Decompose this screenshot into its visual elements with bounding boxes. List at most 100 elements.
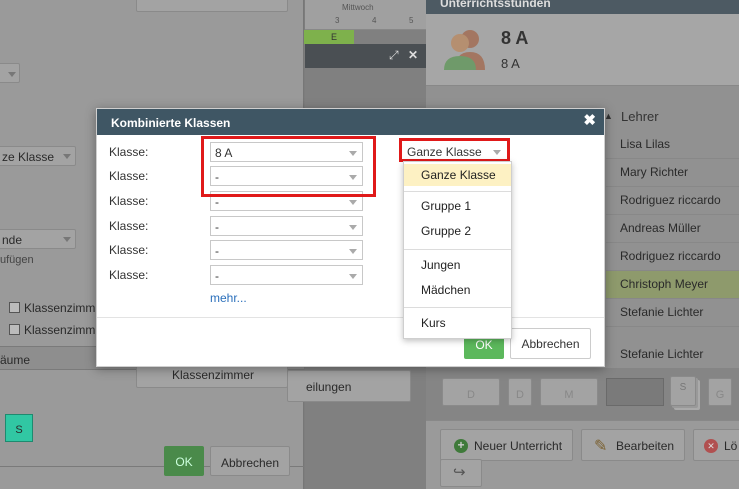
class-row-label: Klasse: [109, 243, 149, 257]
dropdown-option[interactable]: Kurs [404, 316, 511, 334]
teacher-row[interactable]: Mary Richter [606, 158, 739, 186]
close-icon[interactable]: ✖ [583, 113, 596, 128]
bg-select-1[interactable] [0, 63, 20, 83]
bg-select-2-value: ze Klasse [2, 150, 55, 164]
day-tile[interactable]: M [540, 378, 598, 406]
class-row-label: Klasse: [109, 194, 149, 208]
ok-label: OK [475, 338, 493, 352]
highlight-box-group [399, 138, 510, 162]
sort-arrow-icon[interactable]: ▲ [604, 111, 613, 121]
day-tile-label: D [467, 389, 475, 401]
dropdown-divider [404, 307, 511, 308]
highlight-box-classes [201, 136, 376, 197]
teacher-name: Stefanie Lichter [620, 347, 704, 361]
cancel-label: Abbrechen [521, 337, 580, 351]
dropdown-option[interactable]: Gruppe 1 [404, 199, 511, 217]
top-button-bg [136, 0, 288, 12]
bg-divisions-button[interactable]: eilungen [287, 370, 411, 402]
delete-circle-icon: ✕ [704, 439, 718, 453]
teacher-row-selected[interactable]: Christoph Meyer [606, 270, 739, 298]
teacher-name: Mary Richter [620, 165, 689, 179]
day-tile-label: G [715, 389, 725, 401]
dropdown-option-selected[interactable]: Ganze Klasse [404, 164, 511, 186]
timetable-header: Mittwoch 3 4 5 [305, 0, 426, 30]
dropdown-divider [404, 249, 511, 250]
teacher-row[interactable]: Rodriguez riccardo [606, 242, 739, 270]
teacher-name: Christoph Meyer [620, 277, 709, 291]
dropdown-option-label: Kurs [421, 316, 446, 330]
class-select-value: - [215, 269, 219, 283]
pencil-icon: ✎ [594, 438, 608, 455]
bg-cancel-button[interactable]: Abbrechen [210, 446, 290, 476]
period-5: 5 [409, 16, 414, 25]
teacher-row[interactable]: Andreas Müller [606, 214, 739, 242]
dropdown-option[interactable]: Gruppe 2 [404, 224, 511, 242]
teacher-name: Rodriguez riccardo [620, 249, 721, 263]
class-select-4[interactable]: - [210, 216, 363, 236]
group-avatar-icon [444, 26, 486, 70]
teacher-name: Andreas Müller [620, 221, 701, 235]
teacher-column-header[interactable]: Lehrer [621, 109, 659, 124]
day-tile-label: M [564, 389, 574, 401]
timetable-cell-letter: E [331, 32, 338, 42]
bg-hint-text: ufügen [0, 254, 34, 266]
plus-circle-icon: + [454, 439, 468, 453]
right-panel-header: Unterrichtsstunden [426, 0, 739, 14]
day-tile[interactable]: D [442, 378, 500, 406]
class-row-label: Klasse: [109, 169, 149, 183]
teacher-name: Stefanie Lichter [620, 305, 704, 319]
chevron-down-icon [349, 225, 357, 230]
redirect-button[interactable]: ↪ [440, 459, 482, 487]
dropdown-option-label: Gruppe 1 [421, 199, 472, 213]
day-tiles-bar: D D M S G [426, 368, 739, 420]
day-tile-stacked[interactable]: S [670, 376, 696, 406]
bg-select-3[interactable]: nde [0, 229, 76, 249]
bg-s-button-label: S [15, 424, 23, 436]
dialog-title: Kombinierte Klassen [111, 116, 231, 130]
day-tile[interactable] [606, 378, 664, 406]
bg-s-button[interactable]: S [5, 414, 33, 442]
teacher-row[interactable]: Rodriguez riccardo [606, 186, 739, 214]
delete-button[interactable]: ✕ Lö [693, 429, 739, 461]
bg-ok-button[interactable]: OK [164, 446, 204, 476]
teacher-row[interactable]: Stefanie Lichter [606, 326, 739, 368]
period-3: 3 [335, 16, 340, 25]
teacher-row[interactable]: Lisa Lilas [606, 130, 739, 158]
class-subtitle: 8 A [501, 56, 520, 71]
day-tile-label: D [516, 389, 524, 401]
dropdown-option[interactable]: Mädchen [404, 283, 511, 301]
class-row-label: Klasse: [109, 219, 149, 233]
chevron-down-icon [349, 249, 357, 254]
class-select-value: - [215, 244, 219, 258]
dropdown-option-label: Ganze Klasse [421, 168, 496, 182]
bg-divisions-label: eilungen [306, 380, 352, 394]
bg-checkbox-2[interactable] [9, 324, 20, 335]
class-card: 8 A 8 A [426, 14, 739, 86]
expand-icon[interactable]: ⤢ [389, 48, 399, 63]
bg-select-2[interactable]: ze Klasse [0, 146, 76, 166]
day-tile[interactable]: D [508, 378, 532, 406]
edit-button[interactable]: ✎ Bearbeiten [581, 429, 685, 461]
class-select-value: - [215, 195, 219, 209]
timetable-cell[interactable]: E [304, 30, 354, 44]
cancel-button[interactable]: Abbrechen [510, 328, 591, 359]
class-select-5[interactable]: - [210, 240, 363, 260]
more-link[interactable]: mehr... [210, 291, 247, 305]
close-icon[interactable]: ✕ [408, 48, 418, 62]
dropdown-option-label: Jungen [421, 258, 461, 272]
bg-cancel-label: Abbrechen [220, 456, 280, 470]
chevron-down-icon [63, 237, 71, 242]
class-title: 8 A [501, 28, 529, 48]
day-tile[interactable]: G [708, 378, 732, 406]
dropdown-option-label: Gruppe 2 [421, 224, 472, 238]
day-tile-label: S [679, 382, 687, 393]
dialog-header: Kombinierte Klassen [97, 109, 604, 135]
teacher-row[interactable]: Stefanie Lichter [606, 298, 739, 326]
bg-checkbox-1[interactable] [9, 302, 20, 313]
new-lesson-button[interactable]: + Neuer Unterricht [440, 429, 573, 461]
chevron-down-icon [349, 274, 357, 279]
delete-label: Lö [724, 439, 738, 453]
dropdown-option[interactable]: Jungen [404, 258, 511, 276]
class-select-6[interactable]: - [210, 265, 363, 285]
bg-classroom-button-label: Klassenzimmer [172, 368, 255, 382]
